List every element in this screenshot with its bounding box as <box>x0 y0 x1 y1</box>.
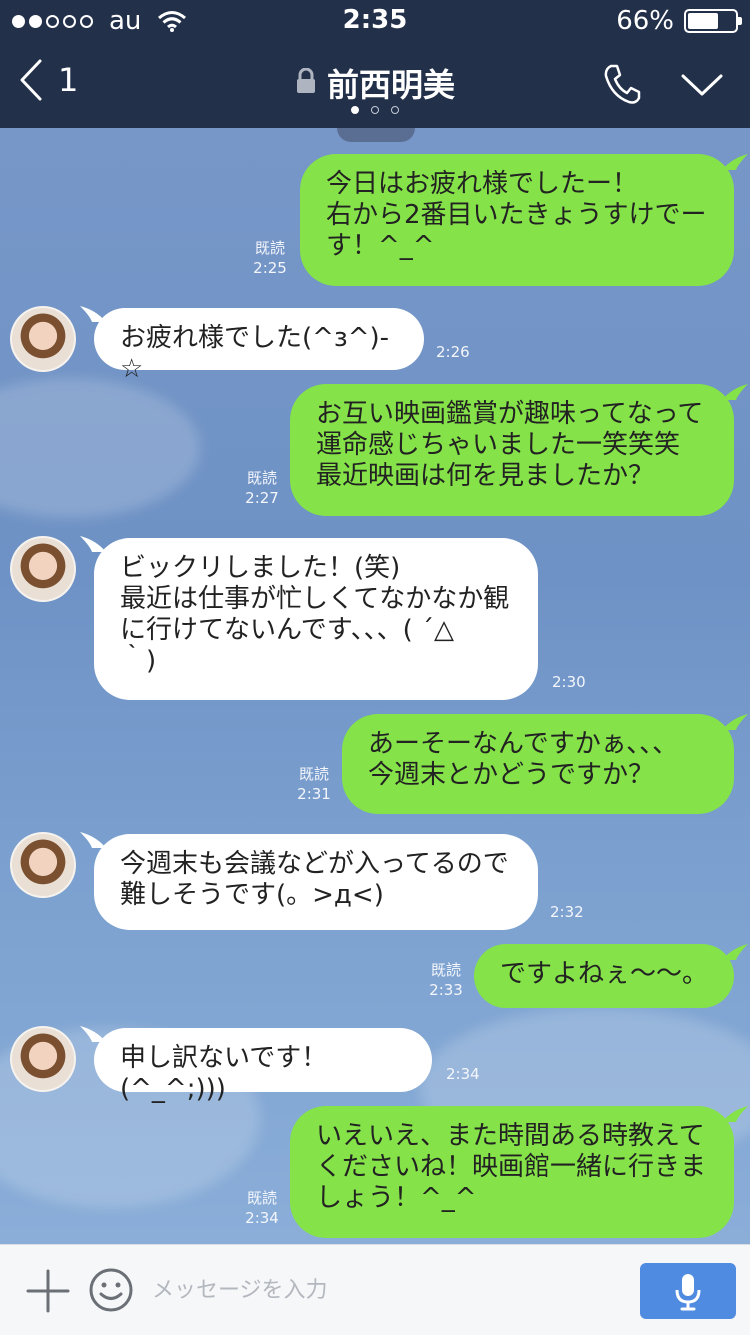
message-time: 2:34 <box>245 1209 279 1227</box>
outgoing-message-bubble[interactable]: あーそーなんですかぁ、、、 今週末とかどうですか？ <box>342 714 734 814</box>
message-meta: 既読 2:25 <box>246 238 294 278</box>
plus-icon[interactable] <box>26 1269 70 1313</box>
contact-avatar[interactable] <box>10 306 76 372</box>
message-time: 2:32 <box>550 903 584 921</box>
smiley-icon[interactable] <box>88 1267 134 1313</box>
message-meta: 既読 2:31 <box>290 764 338 804</box>
message-time: 2:27 <box>245 489 279 507</box>
chat-header: 1 前西明美 <box>0 40 750 128</box>
outgoing-message-bubble[interactable]: いえいえ、また時間ある時教えて くださいね！映画館一緒に行きま しょう！^_^ <box>290 1106 734 1238</box>
previous-message-stub <box>337 128 415 142</box>
incoming-message-bubble[interactable]: ビックリしました！(笑) 最近は仕事が忙しくてなかなか観 に行けてないんです、、… <box>94 538 538 700</box>
message-input-bar <box>0 1244 750 1335</box>
bubble-tail <box>722 714 748 730</box>
message-meta: 既読 2:27 <box>238 468 286 508</box>
message-time: 2:33 <box>429 981 463 999</box>
message-input[interactable] <box>150 1269 624 1311</box>
bubble-tail <box>80 536 106 552</box>
read-receipt: 既読 <box>246 469 277 487</box>
lock-icon <box>295 67 317 98</box>
battery-icon <box>684 9 742 33</box>
incoming-message-bubble[interactable]: 今週末も会議などが入ってるので 難しそうです(。>д<) <box>94 834 538 930</box>
message-meta: 既読 2:33 <box>422 960 470 1000</box>
message-time: 2:26 <box>436 343 470 361</box>
chevron-down-icon[interactable] <box>680 72 724 98</box>
message-time: 2:25 <box>253 259 287 277</box>
incoming-message-bubble[interactable]: 申し訳ないです！(^_^;))) <box>94 1028 432 1104</box>
bubble-tail <box>722 384 748 400</box>
read-receipt: 既読 <box>254 239 285 257</box>
microphone-icon <box>675 1274 701 1311</box>
read-receipt: 既読 <box>298 765 329 783</box>
bubble-tail <box>722 1106 748 1122</box>
read-receipt: 既読 <box>430 961 461 979</box>
page-indicator <box>0 106 750 114</box>
voice-input-button[interactable] <box>640 1263 736 1319</box>
outgoing-message-bubble[interactable]: お互い映画鑑賞が趣味ってなって 運命感じちゃいました一笑笑笑 最近映画は何を見ま… <box>290 384 734 516</box>
message-time: 2:34 <box>446 1065 480 1083</box>
bubble-tail <box>722 944 748 960</box>
read-receipt: 既読 <box>246 1189 277 1207</box>
outgoing-message-bubble[interactable]: 今日はお疲れ様でしたー！ 右から2番目いたきょうすけでー す！^_^ <box>300 154 734 286</box>
contact-avatar[interactable] <box>10 536 76 602</box>
bubble-tail <box>80 306 106 322</box>
contact-avatar[interactable] <box>10 832 76 898</box>
outgoing-message-bubble[interactable]: ですよねぇ〜〜。 <box>474 944 734 1008</box>
battery-percent: 66% <box>616 6 674 36</box>
phone-icon[interactable] <box>602 62 642 106</box>
battery-status: 66% <box>616 6 742 36</box>
message-time: 2:31 <box>297 785 331 803</box>
status-bar: au 2:35 66% <box>0 0 750 40</box>
bubble-tail <box>722 154 748 170</box>
contact-avatar[interactable] <box>10 1026 76 1092</box>
message-time: 2:30 <box>552 673 586 691</box>
chat-title: 前西明美 <box>326 66 455 104</box>
message-meta: 既読 2:34 <box>238 1188 286 1228</box>
bubble-tail <box>80 832 106 848</box>
page-dot <box>391 106 399 114</box>
bubble-tail <box>80 1026 106 1042</box>
page-dot <box>371 106 379 114</box>
page-dot <box>351 106 359 114</box>
incoming-message-bubble[interactable]: お疲れ様でした(^з^)-☆ <box>94 308 424 384</box>
chat-area[interactable]: 既読 2:25 今日はお疲れ様でしたー！ 右から2番目いたきょうすけでー す！^… <box>0 128 750 1244</box>
